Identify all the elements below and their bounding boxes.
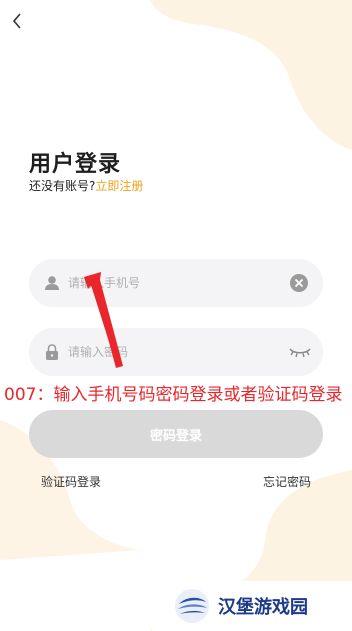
phone-input[interactable] <box>68 259 288 307</box>
password-login-button[interactable]: 密码登录 <box>29 410 323 458</box>
page-title: 用户登录 <box>29 152 122 177</box>
lock-icon <box>46 344 58 360</box>
password-field <box>29 328 323 376</box>
watermark-logo-icon <box>175 589 209 623</box>
eye-closed-icon[interactable] <box>288 344 312 360</box>
register-prompt: 还没有账号?立即注册 <box>29 177 143 194</box>
forgot-password-link[interactable]: 忘记密码 <box>263 473 311 490</box>
phone-field <box>29 259 323 307</box>
back-button[interactable] <box>6 10 28 32</box>
sms-login-link[interactable]: 验证码登录 <box>41 473 101 490</box>
chevron-left-icon <box>12 13 21 29</box>
annotation-text: 007：输入手机号码密码登录或者验证码登录 <box>4 385 343 405</box>
clear-input-icon[interactable] <box>289 273 309 293</box>
register-link[interactable]: 立即注册 <box>95 179 143 193</box>
annotation-arrow <box>84 272 123 368</box>
watermark-text: 汉堡游戏园 <box>218 597 308 618</box>
watermark: 汉堡游戏园 <box>152 581 352 631</box>
user-icon <box>45 276 59 290</box>
password-input[interactable] <box>68 328 288 376</box>
no-account-text: 还没有账号? <box>29 179 96 193</box>
background-decoration <box>0 0 352 631</box>
